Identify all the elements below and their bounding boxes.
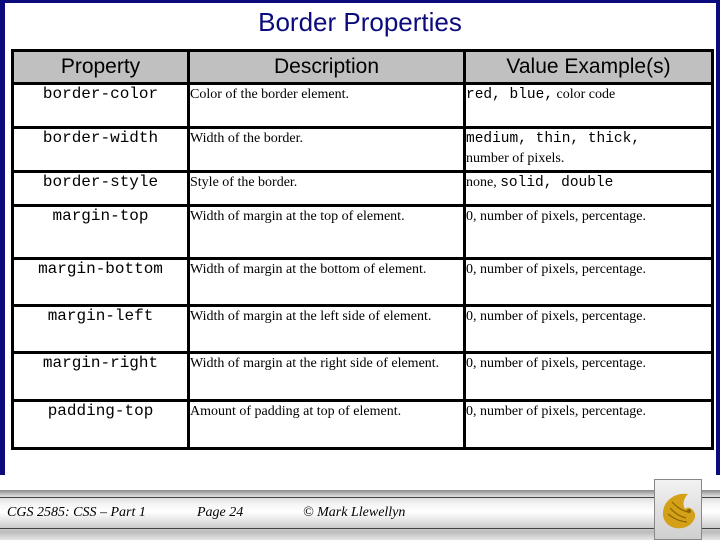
property-cell: padding-top <box>11 399 190 450</box>
value-cell: 0, number of pixels, percentage. <box>463 204 714 260</box>
value-cell: 0, number of pixels, percentage. <box>463 399 714 450</box>
value-cell: none, solid, double <box>463 170 714 207</box>
frame-border-top <box>0 0 720 3</box>
description-cell: Width of margin at the left side of elem… <box>187 304 466 354</box>
property-cell: margin-right <box>11 351 190 402</box>
footer-page-number: Page 24 <box>197 505 244 520</box>
value-cell: 0, number of pixels, percentage. <box>463 304 714 354</box>
property-cell: border-style <box>11 170 190 207</box>
frame-border-left <box>0 0 5 475</box>
footer-divider <box>0 528 720 529</box>
table-row: border-style Style of the border. none, … <box>11 170 714 207</box>
header-property: Property <box>11 49 190 85</box>
value-text: color code <box>556 87 616 102</box>
value-mono: solid, double <box>500 175 614 191</box>
frame-border-right <box>716 0 720 475</box>
footer-course: CGS 2585: CSS – Part 1 <box>7 505 146 520</box>
description-cell: Color of the border element. <box>187 82 466 129</box>
logo-box <box>654 479 702 540</box>
slide: Border Properties Property Description V… <box>0 0 720 540</box>
header-value-examples: Value Example(s) <box>463 49 714 85</box>
description-cell: Width of the border. <box>187 126 466 173</box>
header-description: Description <box>187 49 466 85</box>
value-cell: 0, number of pixels, percentage. <box>463 257 714 307</box>
table-row: border-color Color of the border element… <box>11 82 714 129</box>
pegasus-logo-icon <box>662 493 696 529</box>
table-row: margin-top Width of margin at the top of… <box>11 204 714 260</box>
footer-author: © Mark Llewellyn <box>303 505 406 520</box>
value-cell: 0, number of pixels, percentage. <box>463 351 714 402</box>
property-cell: margin-top <box>11 204 190 260</box>
value-mono: red, blue, <box>466 87 554 103</box>
value-text: number of pixels. <box>466 151 565 166</box>
value-cell: red, blue, color code <box>463 82 714 129</box>
property-cell: margin-left <box>11 304 190 354</box>
border-properties-table: Property Description Value Example(s) bo… <box>11 49 714 450</box>
property-cell: border-width <box>11 126 190 173</box>
description-cell: Width of margin at the right side of ele… <box>187 351 466 402</box>
table-row: margin-bottom Width of margin at the bot… <box>11 257 714 307</box>
table-row: padding-top Amount of padding at top of … <box>11 399 714 450</box>
footer-divider <box>0 497 720 498</box>
property-cell: border-color <box>11 82 190 129</box>
value-cell: medium, thin, thick, number of pixels. <box>463 126 714 173</box>
property-cell: margin-bottom <box>11 257 190 307</box>
slide-title: Border Properties <box>258 7 462 37</box>
value-text: none, <box>466 175 497 190</box>
table-row: border-width Width of the border. medium… <box>11 126 714 173</box>
description-cell: Style of the border. <box>187 170 466 207</box>
description-cell: Width of margin at the top of element. <box>187 204 466 260</box>
description-cell: Width of margin at the bottom of element… <box>187 257 466 307</box>
table-header-row: Property Description Value Example(s) <box>11 49 714 85</box>
table-row: margin-right Width of margin at the righ… <box>11 351 714 402</box>
description-cell: Amount of padding at top of element. <box>187 399 466 450</box>
value-mono: medium, thin, thick, <box>466 131 641 147</box>
table-row: margin-left Width of margin at the left … <box>11 304 714 354</box>
